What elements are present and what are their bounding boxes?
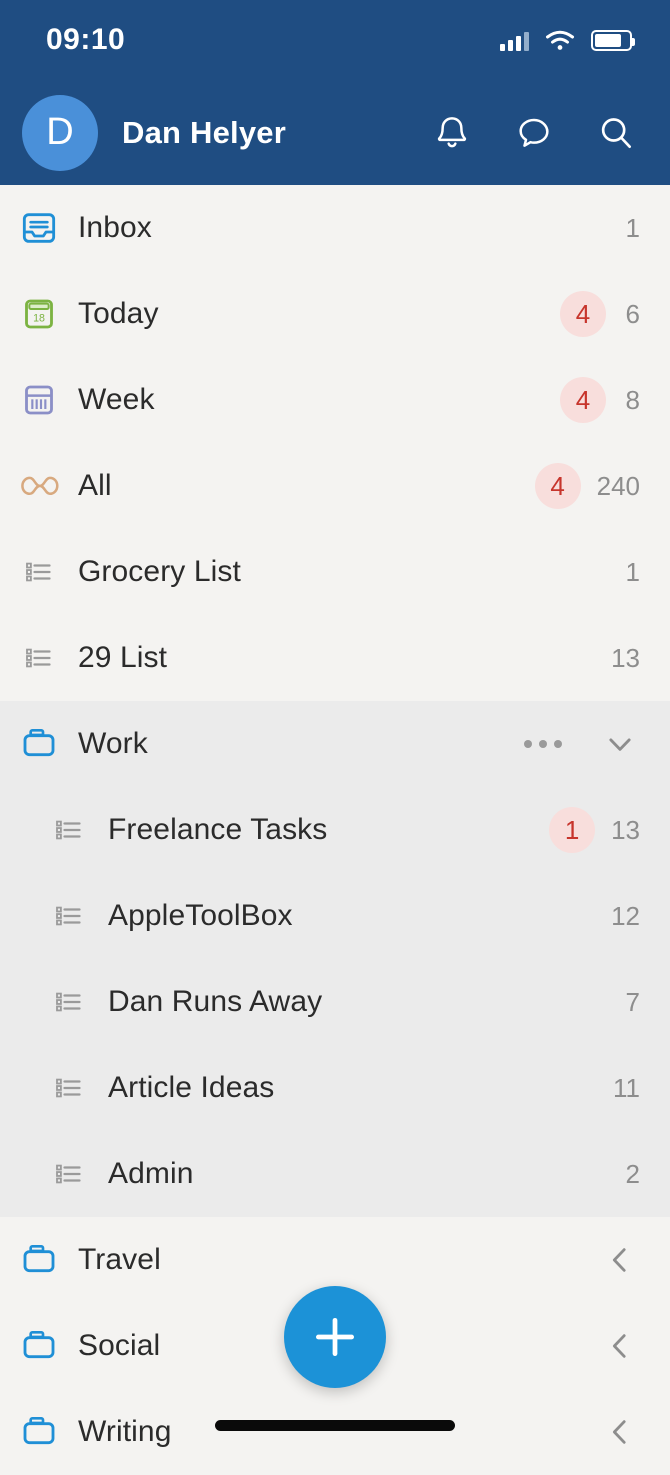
svg-text:18: 18 bbox=[33, 313, 45, 325]
avatar[interactable]: D bbox=[22, 94, 98, 171]
calendar-week-icon bbox=[0, 380, 78, 420]
sidebar-item-dan-runs-away[interactable]: Dan Runs Away 7 bbox=[0, 959, 670, 1045]
sidebar-item-work[interactable]: Work bbox=[0, 701, 670, 787]
app-header: 09:10 D Dan Helyer bbox=[0, 0, 670, 185]
sidebar-item-label: Work bbox=[78, 727, 148, 760]
folder-icon bbox=[0, 1240, 78, 1280]
row-meta bbox=[524, 724, 640, 764]
sidebar-item-label: Dan Runs Away bbox=[108, 985, 323, 1018]
item-count: 13 bbox=[611, 642, 640, 673]
sidebar-item-writing[interactable]: Writing bbox=[0, 1389, 670, 1475]
sidebar-item-freelance-tasks[interactable]: Freelance Tasks 1 13 bbox=[0, 787, 670, 873]
row-meta: 11 bbox=[613, 1073, 640, 1104]
folder-icon bbox=[0, 1326, 78, 1366]
signal-icon bbox=[500, 29, 529, 51]
header-actions bbox=[432, 113, 636, 153]
item-count: 6 bbox=[625, 298, 640, 329]
folder-icon bbox=[0, 724, 78, 764]
status-badge: 4 bbox=[560, 291, 606, 337]
list-icon bbox=[30, 1070, 108, 1106]
list-icon bbox=[0, 554, 78, 590]
row-meta: 12 bbox=[611, 901, 640, 932]
page-title: Dan Helyer bbox=[122, 114, 286, 150]
sidebar-item-label: AppleToolBox bbox=[108, 899, 293, 932]
row-meta: 1 bbox=[622, 557, 640, 588]
row-meta bbox=[600, 1326, 640, 1366]
sidebar-item-admin[interactable]: Admin 2 bbox=[0, 1131, 670, 1217]
chat-icon[interactable] bbox=[514, 113, 554, 153]
chevron-down-icon[interactable] bbox=[600, 724, 640, 764]
sidebar-item-today[interactable]: 18 Today 4 6 bbox=[0, 271, 670, 357]
status-badge: 4 bbox=[534, 463, 581, 509]
sidebar-item-label: Today bbox=[78, 297, 159, 330]
item-count: 2 bbox=[625, 1158, 640, 1189]
row-meta: 1 13 bbox=[549, 807, 640, 853]
row-meta: 4 8 bbox=[560, 377, 640, 423]
user-bar: D Dan Helyer bbox=[0, 80, 670, 185]
row-meta bbox=[600, 1240, 640, 1280]
row-meta: 4 240 bbox=[534, 463, 640, 509]
sidebar-item-label: 29 List bbox=[78, 641, 168, 674]
wifi-icon bbox=[546, 30, 574, 50]
status-bar: 09:10 bbox=[0, 0, 670, 80]
calendar-today-icon: 18 bbox=[0, 294, 78, 334]
list-icon bbox=[0, 640, 78, 676]
infinity-icon bbox=[0, 470, 78, 502]
chevron-left-icon[interactable] bbox=[600, 1240, 640, 1280]
row-meta: 7 bbox=[622, 987, 640, 1018]
smart-list-section: Inbox 1 18 Today 4 6 Week 4 8 All 4 240 … bbox=[0, 185, 670, 701]
folder-icon bbox=[0, 1412, 78, 1452]
item-count: 8 bbox=[625, 384, 640, 415]
sidebar-item-all[interactable]: All 4 240 bbox=[0, 443, 670, 529]
status-icons bbox=[500, 29, 635, 52]
sidebar-item-label: Travel bbox=[78, 1243, 161, 1276]
sidebar-item-29-list[interactable]: 29 List 13 bbox=[0, 615, 670, 701]
row-meta: 2 bbox=[622, 1159, 640, 1190]
status-clock: 09:10 bbox=[46, 23, 126, 56]
row-meta: 13 bbox=[611, 643, 640, 674]
row-meta bbox=[600, 1412, 640, 1452]
row-meta: 1 bbox=[622, 213, 640, 244]
app-root: 09:10 D Dan Helyer Inbox 1 18 Today 4 6 … bbox=[0, 0, 670, 1450]
list-icon bbox=[30, 984, 108, 1020]
sidebar-item-label: Grocery List bbox=[78, 555, 241, 588]
item-count: 7 bbox=[625, 986, 640, 1017]
item-count: 240 bbox=[596, 470, 640, 501]
notifications-icon[interactable] bbox=[432, 113, 472, 153]
list-icon bbox=[30, 1156, 108, 1192]
home-indicator bbox=[215, 1420, 455, 1431]
row-meta: 4 6 bbox=[560, 291, 640, 337]
item-count: 1 bbox=[625, 556, 640, 587]
sidebar-item-label: Inbox bbox=[78, 211, 152, 244]
search-icon[interactable] bbox=[596, 113, 636, 153]
sidebar-item-article-ideas[interactable]: Article Ideas 11 bbox=[0, 1045, 670, 1131]
sidebar-item-label: Article Ideas bbox=[108, 1071, 275, 1104]
sidebar-item-label: All bbox=[78, 469, 112, 502]
item-count: 11 bbox=[613, 1072, 640, 1103]
plus-icon bbox=[315, 1317, 355, 1357]
chevron-left-icon[interactable] bbox=[600, 1326, 640, 1366]
sidebar-item-inbox[interactable]: Inbox 1 bbox=[0, 185, 670, 271]
sidebar-item-week[interactable]: Week 4 8 bbox=[0, 357, 670, 443]
chevron-left-icon[interactable] bbox=[600, 1412, 640, 1452]
battery-icon bbox=[591, 29, 635, 51]
list-icon bbox=[30, 898, 108, 934]
item-count: 13 bbox=[611, 814, 640, 845]
add-button[interactable] bbox=[284, 1286, 386, 1388]
more-dots-icon[interactable] bbox=[524, 740, 562, 748]
item-count: 1 bbox=[625, 212, 640, 243]
sidebar-item-appletoolbox[interactable]: AppleToolBox 12 bbox=[0, 873, 670, 959]
sidebar-item-label: Freelance Tasks bbox=[108, 813, 328, 846]
item-count: 12 bbox=[611, 900, 640, 931]
sidebar-item-label: Admin bbox=[108, 1157, 194, 1190]
sidebar-item-label: Week bbox=[78, 383, 155, 416]
folder-group-work: Work Freelance Tasks 1 13 AppleToolBox 1… bbox=[0, 701, 670, 1217]
sidebar-item-grocery-list[interactable]: Grocery List 1 bbox=[0, 529, 670, 615]
list-icon bbox=[30, 812, 108, 848]
status-badge: 1 bbox=[549, 807, 596, 853]
status-badge: 4 bbox=[560, 377, 606, 423]
inbox-icon bbox=[0, 208, 78, 248]
